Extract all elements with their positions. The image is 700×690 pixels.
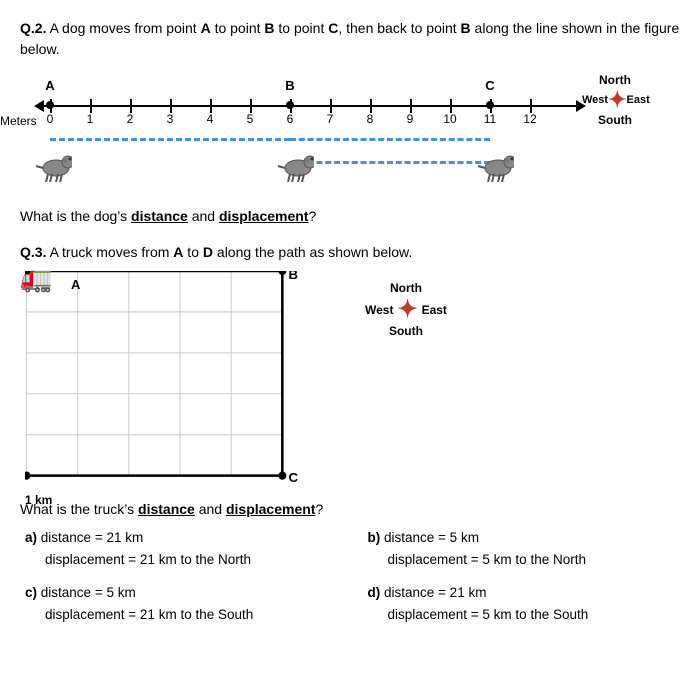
compass-2-east: East	[422, 303, 447, 317]
q2-figure: North West ✦ East South Meters 0 1	[30, 68, 650, 198]
tick-label-0: 0	[47, 112, 54, 126]
point-B-dot	[286, 101, 294, 109]
numberline: Meters 0 1 2 3 4 5 6	[40, 96, 580, 116]
compass-2-north: North	[365, 281, 447, 295]
question-2-block: Q.2. A dog moves from point A to point B…	[20, 18, 680, 224]
question-3-block: Q.3. A truck moves from A to D along the…	[20, 242, 680, 625]
point-A-dot	[46, 101, 54, 109]
tick-label-11: 11	[484, 112, 496, 126]
q3-label: Q.3.	[20, 244, 46, 260]
tick-label-10: 10	[443, 112, 456, 126]
answer-choices: a) distance = 21 km displacement = 21 km…	[20, 527, 680, 625]
q2-question: What is the dog’s distance and displacem…	[20, 208, 680, 224]
q3-text: Q.3. A truck moves from A to D along the…	[20, 242, 680, 263]
scale-label: 1 km	[25, 493, 52, 507]
q3-grid-svg: B C D	[25, 271, 335, 491]
tick-8	[370, 99, 372, 113]
answer-b: b) distance = 5 km displacement = 5 km t…	[368, 527, 681, 570]
axis: 0 1 2 3 4 5 6 7 8 9	[40, 96, 580, 116]
dash-C-B-return	[290, 161, 490, 164]
tick-label-4: 4	[207, 112, 214, 126]
dog-B	[272, 146, 314, 185]
compass-1-star: ✦	[608, 87, 626, 113]
tick-2	[130, 99, 132, 113]
point-A-q3: A	[71, 277, 80, 292]
tick-10	[450, 99, 452, 113]
tick-3	[170, 99, 172, 113]
compass-1: North West ✦ East South	[580, 73, 650, 127]
tick-9	[410, 99, 412, 113]
svg-text:C: C	[288, 470, 298, 485]
compass-2-we: West ✦ East	[365, 295, 447, 324]
compass-2-star: ✦	[397, 295, 417, 324]
axis-arrow-left	[34, 100, 44, 112]
svg-text:B: B	[288, 271, 298, 282]
compass-1-east: East	[627, 94, 650, 106]
tick-label-12: 12	[523, 112, 536, 126]
tick-5	[250, 99, 252, 113]
point-A-label: A	[45, 78, 54, 93]
tick-label-9: 9	[407, 112, 414, 126]
dog-C	[472, 146, 514, 185]
tick-label-7: 7	[327, 112, 334, 126]
tick-label-3: 3	[167, 112, 174, 126]
point-C-dot	[486, 101, 494, 109]
compass-1-we: West ✦ East	[582, 87, 648, 113]
q3-question: What is the truck’s distance and displac…	[20, 501, 680, 517]
tick-label-8: 8	[367, 112, 374, 126]
answer-c: c) distance = 5 km displacement = 21 km …	[25, 582, 338, 625]
compass-1-north: North	[580, 73, 650, 87]
point-B-label: B	[285, 78, 294, 93]
compass-2-south: South	[365, 324, 447, 338]
tick-label-5: 5	[247, 112, 254, 126]
tick-4	[210, 99, 212, 113]
axis-line	[40, 105, 580, 107]
compass-1-south: South	[580, 113, 650, 127]
tick-label-1: 1	[87, 112, 94, 126]
truck-icon: 🚛	[20, 263, 52, 294]
q2-text: Q.2. A dog moves from point A to point B…	[20, 18, 680, 60]
answer-a: a) distance = 21 km displacement = 21 km…	[25, 527, 338, 570]
axis-arrow-right	[576, 100, 586, 112]
q3-figure: 🚛 A	[25, 271, 680, 491]
q2-label: Q.2.	[20, 20, 46, 36]
tick-1	[90, 99, 92, 113]
dash-A-B	[50, 138, 290, 141]
tick-7	[330, 99, 332, 113]
q3-grid: 🚛 A	[25, 271, 335, 491]
tick-label-6: 6	[287, 112, 294, 126]
compass-2-west: West	[365, 303, 393, 317]
compass-2: North West ✦ East South	[365, 281, 447, 338]
meters-label: Meters	[0, 114, 37, 128]
answer-d: d) distance = 21 km displacement = 5 km …	[368, 582, 681, 625]
point-C-label: C	[485, 78, 494, 93]
tick-12	[530, 99, 532, 113]
dog-A	[30, 146, 72, 185]
dash-B-C	[290, 138, 490, 141]
tick-label-2: 2	[127, 112, 134, 126]
